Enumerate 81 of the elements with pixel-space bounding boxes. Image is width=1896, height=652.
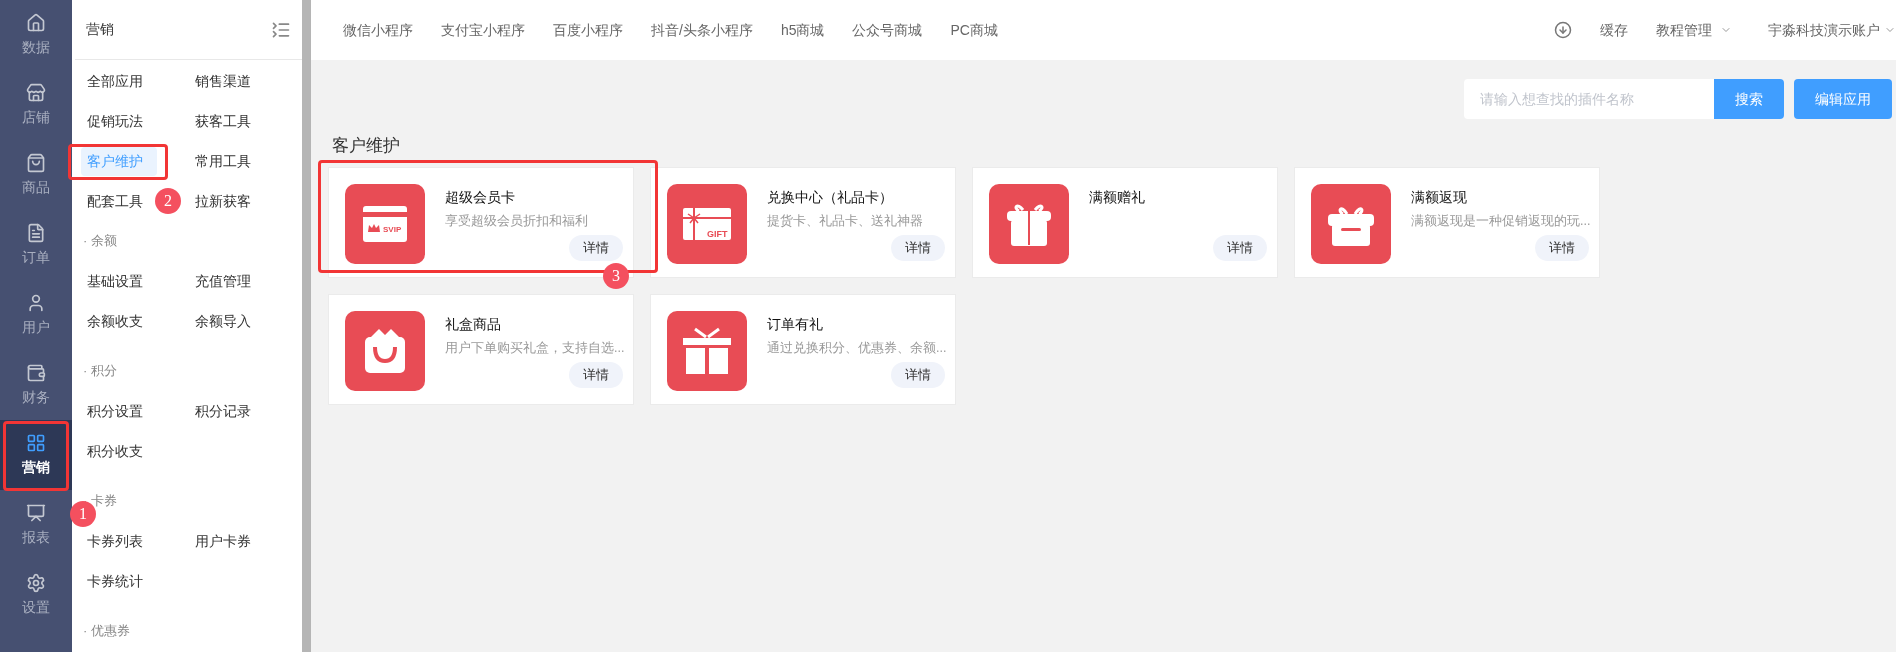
section-title: 客户维护 <box>331 135 401 157</box>
nav-item-icon <box>26 152 46 173</box>
details-button[interactable]: 详情 <box>891 361 945 388</box>
submenu-item[interactable]: 充值管理 <box>188 266 265 296</box>
submenu-title: 营销 <box>86 20 114 39</box>
download-icon[interactable] <box>1554 21 1572 39</box>
highlight-frame <box>3 421 69 491</box>
app-card[interactable]: 订单有礼 通过兑换积分、优惠券、余额... 详情 <box>650 293 956 405</box>
app-card-description: 用户下单购买礼盒，支持自选... <box>445 339 625 357</box>
app-card[interactable]: 礼盒商品 用户下单购买礼盒，支持自选... 详情 <box>328 293 634 405</box>
app-card-title: 满额返现 <box>1411 187 1468 207</box>
submenu-item[interactable]: 销售渠道 <box>188 66 265 96</box>
nav-item[interactable]: 店铺 <box>0 70 72 140</box>
submenu-item[interactable]: 配套工具 <box>81 186 157 216</box>
submenu-group-title: · 优惠券 <box>83 622 130 641</box>
nav-item-icon <box>26 12 46 33</box>
submenu-item[interactable]: 促销玩法 <box>81 106 157 136</box>
nav-item-icon <box>26 292 46 313</box>
card-app-icon: SVIP <box>345 183 425 264</box>
nav-item[interactable]: 设置 <box>0 560 72 630</box>
app-card-title: 兑换中心（礼品卡） <box>767 187 894 207</box>
submenu-item[interactable]: 积分设置 <box>81 396 157 426</box>
submenu-item[interactable]: 基础设置 <box>81 266 157 296</box>
nav-item-icon <box>26 222 46 243</box>
nav-item-icon <box>26 82 46 103</box>
app-card-description: 提货卡、礼品卡、送礼神器 <box>767 212 923 230</box>
card-app-icon <box>667 310 747 391</box>
card-app-icon <box>1311 183 1391 264</box>
submenu-item[interactable]: 卡券统计 <box>81 566 157 596</box>
step-number-badge: 3 <box>603 263 629 289</box>
submenu-item[interactable]: 全部应用 <box>81 66 157 96</box>
details-button[interactable]: 详情 <box>1535 234 1589 261</box>
card-app-icon <box>989 183 1069 264</box>
app-card[interactable]: GIFT 兑换中心（礼品卡） 提货卡、礼品卡、送礼神器 详情 <box>650 166 956 278</box>
platform-link[interactable]: 公众号商城 <box>852 19 923 41</box>
platform-link[interactable]: PC商城 <box>950 19 998 41</box>
card-app-icon <box>345 310 425 391</box>
details-button[interactable]: 详情 <box>569 361 623 388</box>
submenu-item[interactable]: 积分收支 <box>81 436 157 466</box>
menu-collapse-icon[interactable] <box>271 19 291 40</box>
submenu-item[interactable]: 积分记录 <box>188 396 265 426</box>
submenu-group-title: · 积分 <box>83 362 117 381</box>
account-menu[interactable]: 宇淼科技演示账户 <box>1768 19 1880 41</box>
app-card[interactable]: 满额赠礼 详情 <box>972 166 1278 278</box>
app-card-description: 享受超级会员折扣和福利 <box>445 212 588 230</box>
nav-item-icon <box>26 572 46 593</box>
submenu-item[interactable]: 用户卡券 <box>188 526 265 556</box>
platform-link[interactable]: h5商城 <box>780 19 825 41</box>
submenu-item[interactable]: 余额收支 <box>81 306 157 336</box>
nav-item-icon <box>26 362 46 383</box>
submenu-item[interactable]: 余额导入 <box>188 306 265 336</box>
submenu-item[interactable]: 拉新获客 <box>188 186 265 216</box>
submenu-item[interactable]: 获客工具 <box>188 106 265 136</box>
nav-item[interactable]: 用户 <box>0 280 72 350</box>
app-card-title: 超级会员卡 <box>445 187 516 207</box>
nav-item-icon <box>26 432 46 453</box>
platform-link[interactable]: 百度小程序 <box>553 19 623 41</box>
nav-item[interactable]: 报表 <box>0 490 72 560</box>
app-card-title: 订单有礼 <box>767 314 824 334</box>
nav-item[interactable]: 订单 <box>0 210 72 280</box>
plugin-search-input[interactable]: 请输入想查找的插件名称 <box>1464 79 1714 119</box>
submenu-group-title: · 余额 <box>83 232 117 251</box>
app-card-title: 满额赠礼 <box>1089 187 1146 207</box>
scrollbar[interactable] <box>302 0 311 652</box>
app-card-title: 礼盒商品 <box>445 314 502 334</box>
details-button[interactable]: 详情 <box>891 234 945 261</box>
details-button[interactable]: 详情 <box>1213 234 1267 261</box>
app-card-description: 通过兑换积分、优惠券、余额... <box>767 339 947 357</box>
submenu-item[interactable]: 常用工具 <box>188 146 265 176</box>
card-app-icon: GIFT <box>667 183 747 264</box>
details-button[interactable]: 详情 <box>569 234 623 261</box>
platform-link[interactable]: 支付宝小程序 <box>441 19 525 41</box>
nav-item[interactable]: 财务 <box>0 350 72 420</box>
platform-link[interactable]: 微信小程序 <box>343 19 413 41</box>
nav-item[interactable]: 数据 <box>0 0 72 70</box>
nav-item[interactable]: 商品 <box>0 140 72 210</box>
submenu-item[interactable]: 卡券列表 <box>81 526 157 556</box>
tutorial-menu[interactable]: 教程管理 <box>1656 19 1712 41</box>
platform-link[interactable]: 抖音/头条小程序 <box>651 19 753 41</box>
nav-item-icon <box>26 502 46 523</box>
cache-link[interactable]: 缓存 <box>1600 19 1628 41</box>
